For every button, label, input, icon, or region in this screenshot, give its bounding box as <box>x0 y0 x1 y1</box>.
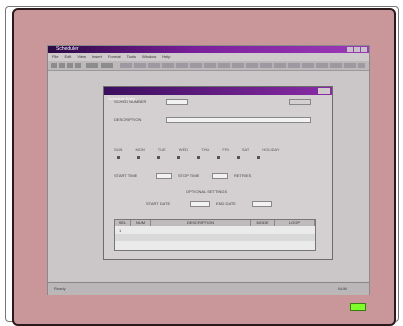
copy-icon[interactable] <box>101 63 113 68</box>
cut-icon[interactable] <box>86 63 98 68</box>
table-cell: 1 <box>119 228 122 233</box>
minimize-button[interactable] <box>347 47 353 52</box>
close-button[interactable] <box>361 47 367 52</box>
day-checkbox[interactable] <box>197 156 200 159</box>
help-button[interactable] <box>289 99 311 105</box>
schedule-dialog: Schedule Entry SCHED NUMBER DESCRIPTION … <box>103 86 333 260</box>
col-header-loop: LOOP <box>275 220 315 226</box>
col-header-sel: SEL <box>115 220 131 226</box>
retries-label: RETRIES <box>234 173 252 178</box>
table-row[interactable] <box>115 241 315 248</box>
day-tue: TUE <box>157 147 166 152</box>
app-titlebar: Scheduler <box>48 46 369 53</box>
day-checkbox[interactable] <box>257 156 260 159</box>
menu-tools[interactable]: Tools <box>127 53 136 61</box>
day-wed: WED <box>178 147 189 152</box>
screen: Scheduler File Edit View Insert Format T… <box>47 45 370 295</box>
app-title: Scheduler <box>56 46 79 52</box>
day-holiday: HOLIDAY <box>262 147 280 152</box>
table-row[interactable]: 1 <box>115 227 315 234</box>
workspace: Schedule Entry SCHED NUMBER DESCRIPTION … <box>48 71 369 281</box>
status-right: NUM <box>337 286 347 291</box>
maximize-button[interactable] <box>354 47 360 52</box>
table-row[interactable] <box>115 234 315 241</box>
days-row: SUN MON TUE WED THU FRI SAT HOLIDAY <box>114 147 280 153</box>
day-sun: SUN <box>114 147 123 152</box>
start-date-label: START DATE <box>146 201 171 206</box>
menu-insert[interactable]: Insert <box>92 53 102 61</box>
start-date-field[interactable] <box>190 201 210 207</box>
status-bar: Ready NUM <box>48 282 369 295</box>
day-mon: MON <box>135 147 145 152</box>
description-field[interactable] <box>166 117 311 123</box>
end-date-field[interactable] <box>252 201 272 207</box>
day-sat: SAT <box>241 147 250 152</box>
optional-section-label: OPTIONAL SETTINGS <box>186 189 228 194</box>
col-header-description: DESCRIPTION <box>151 220 251 226</box>
dialog-close-button[interactable] <box>318 88 330 94</box>
menu-help[interactable]: Help <box>162 53 170 61</box>
print-icon[interactable] <box>75 63 81 68</box>
toolbar-buttons[interactable] <box>120 63 365 68</box>
day-checkbox[interactable] <box>177 156 180 159</box>
stop-time-label: STOP TIME <box>178 173 200 178</box>
open-icon[interactable] <box>59 63 65 68</box>
save-icon[interactable] <box>67 63 73 68</box>
day-thu: THU <box>201 147 210 152</box>
menu-window[interactable]: Window <box>142 53 156 61</box>
menu-view[interactable]: View <box>77 53 86 61</box>
day-checkbox[interactable] <box>217 156 220 159</box>
power-led <box>350 303 366 311</box>
end-date-label: END DATE <box>216 201 236 206</box>
menu-bar: File Edit View Insert Format Tools Windo… <box>48 53 369 61</box>
sched-number-label: SCHED NUMBER <box>114 99 147 104</box>
day-checkbox[interactable] <box>237 156 240 159</box>
new-icon[interactable] <box>51 63 57 68</box>
day-checkbox[interactable] <box>157 156 160 159</box>
menu-format[interactable]: Format <box>108 53 121 61</box>
day-fri: FRI <box>222 147 229 152</box>
day-checkbox[interactable] <box>137 156 140 159</box>
day-checkboxes <box>117 156 260 159</box>
start-time-field[interactable] <box>156 173 172 179</box>
sched-number-field[interactable] <box>166 99 188 105</box>
events-table: SEL NUM DESCRIPTION MODE LOOP 1 <box>114 219 316 251</box>
description-label: DESCRIPTION <box>114 117 142 122</box>
dialog-titlebar: Schedule Entry <box>104 87 332 101</box>
toolbar <box>48 61 369 71</box>
menu-file[interactable]: File <box>52 53 58 61</box>
window-controls <box>347 47 367 52</box>
menu-edit[interactable]: Edit <box>64 53 71 61</box>
stop-time-field[interactable] <box>212 173 228 179</box>
col-header-mode: MODE <box>251 220 275 226</box>
status-left: Ready <box>54 286 66 291</box>
col-header-num: NUM <box>131 220 151 226</box>
start-time-label: START TIME <box>114 173 138 178</box>
day-checkbox[interactable] <box>117 156 120 159</box>
